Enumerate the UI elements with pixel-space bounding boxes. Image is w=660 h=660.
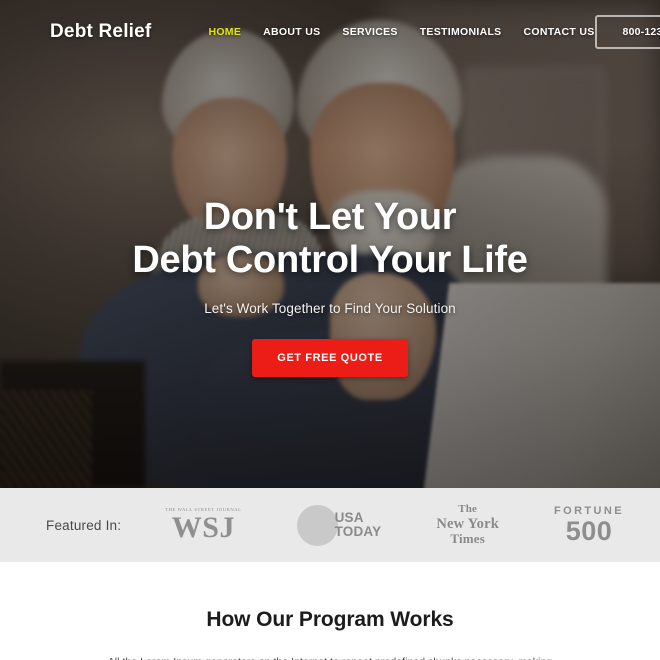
usa-today-wordmark: USA TODAY [335, 511, 382, 539]
program-section-body: All the Lorem Ipsum generators on the In… [100, 654, 560, 660]
hero-title: Don't Let Your Debt Control Your Life [30, 196, 630, 282]
hero-cta-wrapper: GET FREE QUOTE [30, 338, 630, 377]
nyt-line-3: Times [450, 531, 486, 546]
phone-number-button[interactable]: 800-123-4567 [594, 15, 660, 49]
nav-item-contact-us[interactable]: CONTACT US [523, 26, 594, 38]
main-navigation: HOME ABOUT US SERVICES TESTIMONIALS CONT… [208, 26, 594, 38]
featured-logos: THE WALL STREET JOURNAL WSJ USA TODAY Th… [165, 503, 624, 546]
nyt-line-2: New York [436, 515, 500, 532]
hero-title-line-2: Debt Control Your Life [132, 238, 528, 281]
hero-title-line-1: Don't Let Your [203, 196, 457, 238]
hero-section: Debt Relief HOME ABOUT US SERVICES TESTI… [0, 0, 660, 488]
get-free-quote-button[interactable]: GET FREE QUOTE [252, 338, 408, 377]
hero-subtitle: Let's Work Together to Find Your Solutio… [204, 300, 456, 316]
fortune-wordmark: FORTUNE [554, 504, 624, 517]
usa-today-logo[interactable]: USA TODAY [296, 504, 382, 546]
site-logo[interactable]: Debt Relief [50, 21, 151, 43]
site-header: Debt Relief HOME ABOUT US SERVICES TESTI… [0, 0, 660, 64]
fortune-500-logo[interactable]: FORTUNE 500 [554, 504, 624, 546]
featured-in-section: Featured In: THE WALL STREET JOURNAL WSJ… [0, 488, 660, 562]
usa-today-circle-icon [296, 504, 338, 546]
fortune-number: 500 [565, 515, 613, 546]
wsj-logo-wordmark: WSJ [171, 511, 235, 544]
nav-item-testimonials[interactable]: TESTIMONIALS [420, 26, 502, 38]
new-york-times-logo[interactable]: The New York Times [436, 503, 499, 546]
hero-content: Don't Let Your Debt Control Your Life Le… [0, 196, 660, 377]
wsj-logo[interactable]: THE WALL STREET JOURNAL WSJ [165, 507, 241, 543]
featured-in-label: Featured In: [46, 517, 122, 533]
usa-today-line-1: USA [334, 510, 364, 526]
nav-item-home[interactable]: HOME [208, 26, 241, 38]
nav-item-services[interactable]: SERVICES [342, 26, 397, 38]
nyt-line-1: The [458, 503, 478, 516]
usa-today-line-2: TODAY [334, 524, 382, 539]
nav-item-about-us[interactable]: ABOUT US [263, 26, 320, 38]
program-section-title: How Our Program Works [206, 608, 454, 631]
how-our-program-works-section: How Our Program Works All the Lorem Ipsu… [0, 562, 660, 660]
